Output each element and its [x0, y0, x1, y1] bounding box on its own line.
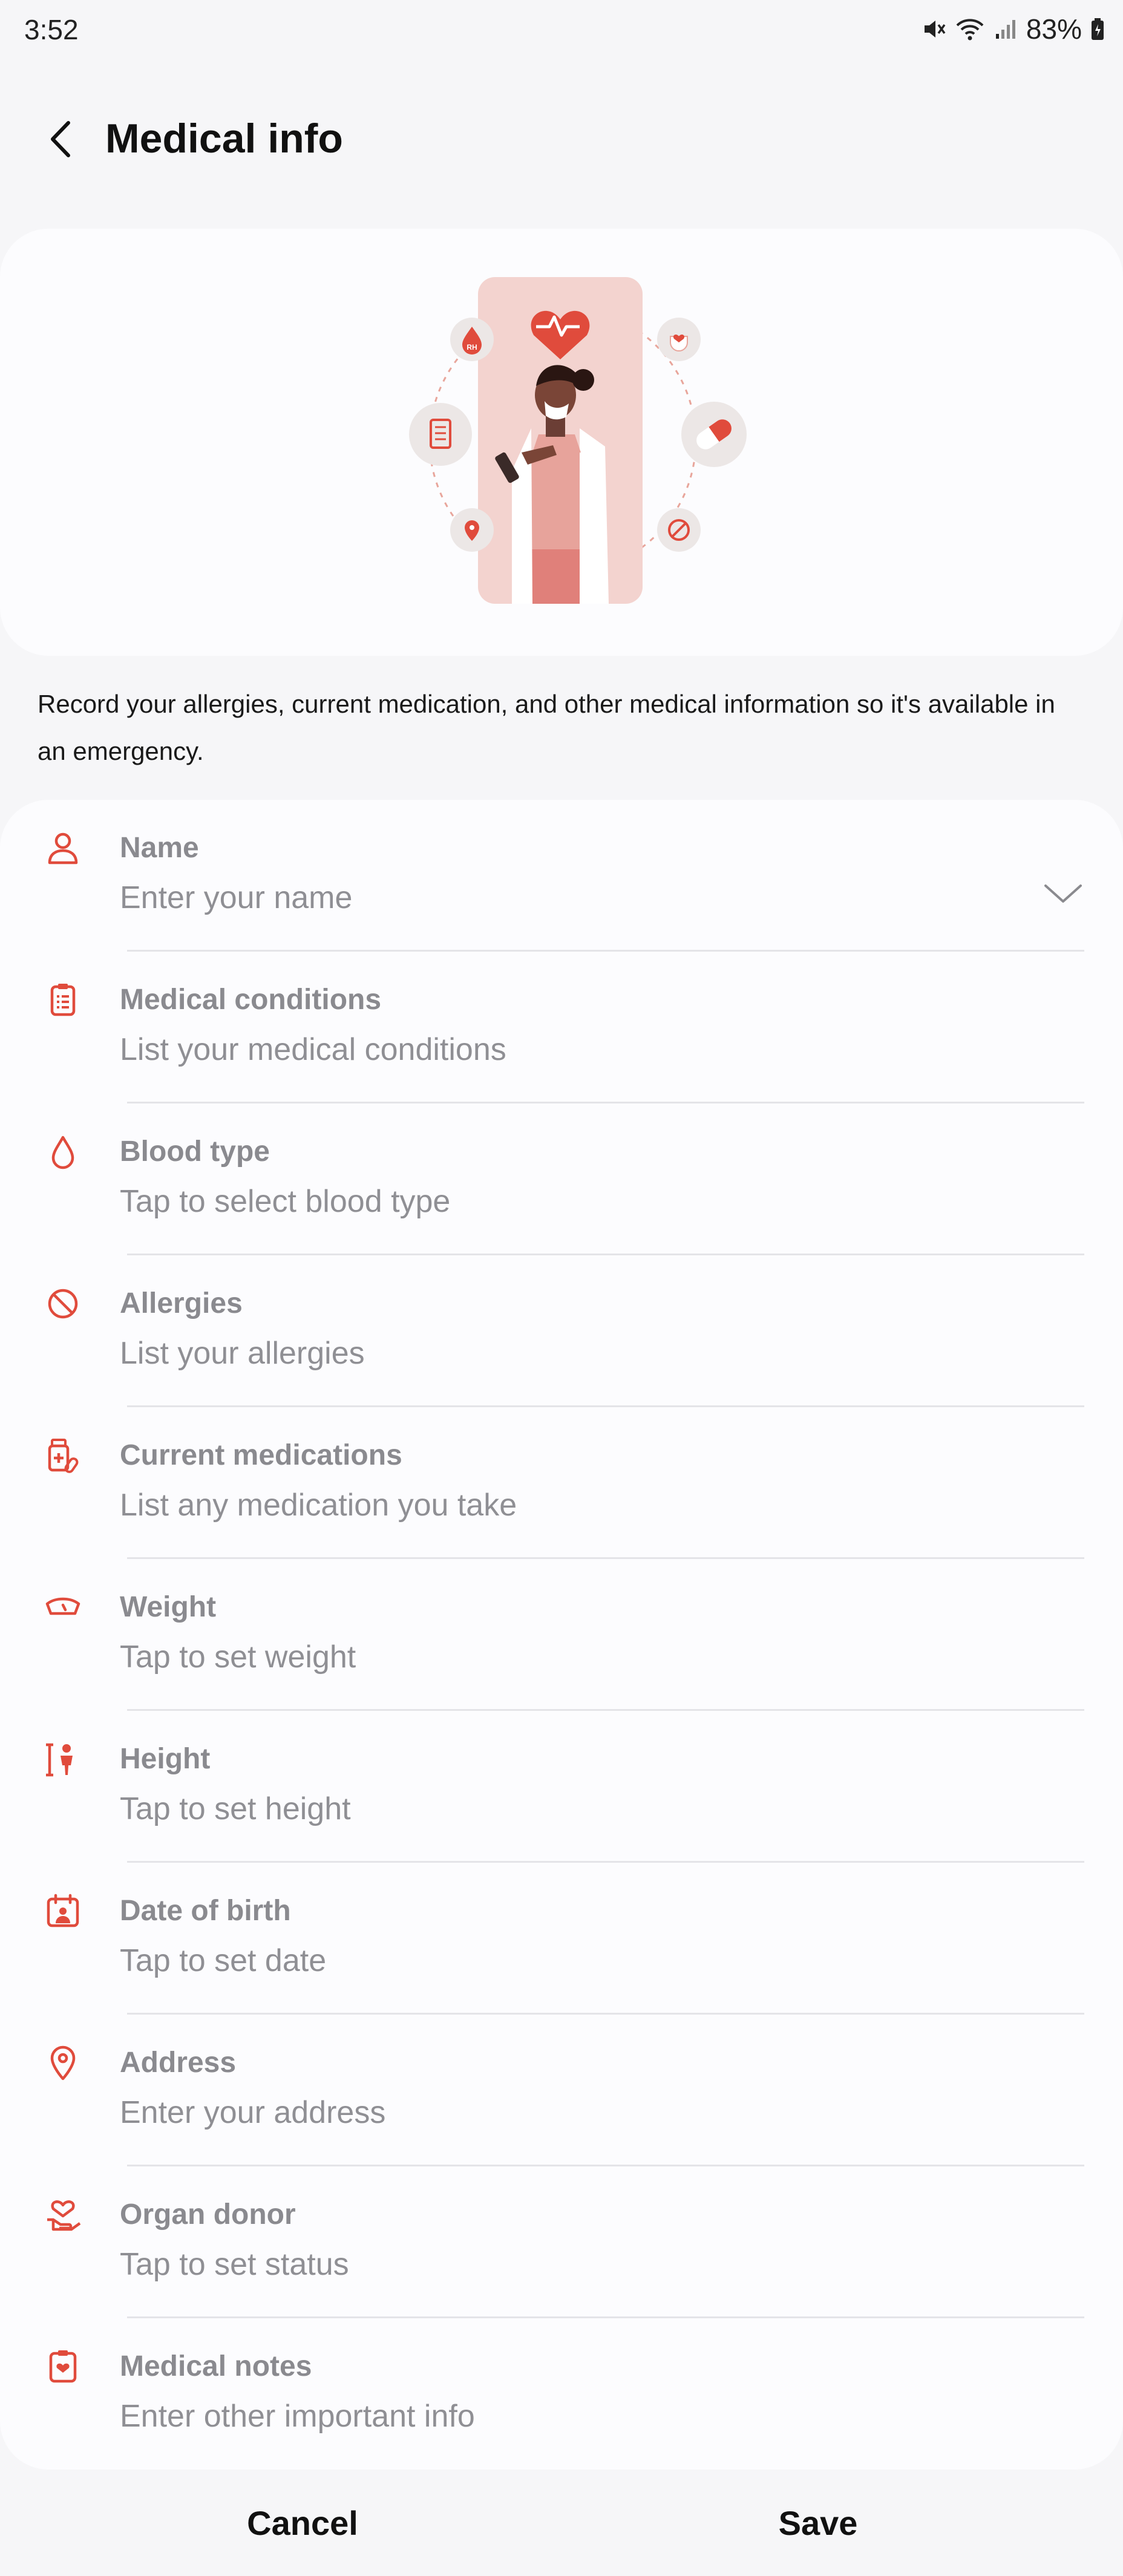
- wifi-icon: [956, 19, 984, 41]
- location-pin-icon: [50, 2045, 76, 2081]
- battery-icon: [1092, 18, 1104, 40]
- clipboard-list-icon: [50, 984, 76, 1016]
- field-date-of-birth[interactable]: Date of birth Tap to set date: [0, 1863, 1123, 2015]
- field-label: Blood type: [120, 1136, 270, 1168]
- field-height[interactable]: Height Tap to set height: [0, 1711, 1123, 1863]
- person-icon: [48, 832, 78, 865]
- field-label: Address: [120, 2047, 237, 2079]
- intro-text: Record your allergies, current medicatio…: [38, 690, 1055, 765]
- heart-hand-icon: [47, 2200, 81, 2231]
- field-label: Name: [120, 832, 199, 864]
- save-button[interactable]: Save: [637, 2493, 1000, 2553]
- field-weight[interactable]: Weight Tap to set weight: [0, 1559, 1123, 1711]
- field-name[interactable]: Name Enter your name: [0, 800, 1123, 952]
- medical-notes-icon: [49, 2350, 77, 2383]
- field-label: Height: [120, 1743, 211, 1775]
- medication-icon: [48, 1439, 79, 1473]
- field-label: Medical conditions: [120, 984, 382, 1016]
- height-input[interactable]: Tap to set height: [120, 1791, 351, 1827]
- field-label: Date of birth: [120, 1895, 291, 1927]
- calendar-person-icon: [47, 1894, 79, 1927]
- medical-notes-input[interactable]: Enter other important info: [120, 2398, 475, 2434]
- field-label: Current medications: [120, 1439, 402, 1471]
- field-blood-type[interactable]: Blood type Tap to select blood type: [0, 1103, 1123, 1255]
- organ-donor-select[interactable]: Tap to set status: [120, 2246, 349, 2283]
- field-label: Weight: [120, 1591, 217, 1623]
- status-bar: 3:52 83%: [0, 0, 1123, 60]
- name-input[interactable]: Enter your name: [120, 880, 352, 916]
- back-button[interactable]: [30, 109, 91, 169]
- field-label: Allergies: [120, 1287, 243, 1319]
- height-icon: [46, 1743, 73, 1777]
- field-label: Organ donor: [120, 2198, 296, 2231]
- field-medical-notes[interactable]: Medical notes Enter other important info: [0, 2318, 1123, 2470]
- medical-illustration: RH: [409, 277, 747, 604]
- mute-icon: [924, 21, 946, 38]
- medical-form: Name Enter your name Medical conditions …: [0, 800, 1123, 2470]
- field-organ-donor[interactable]: Organ donor Tap to set status: [0, 2166, 1123, 2318]
- blood-drop-icon: [51, 1136, 74, 1169]
- chevron-down-icon[interactable]: [1042, 878, 1084, 909]
- field-medical-conditions[interactable]: Medical conditions List your medical con…: [0, 952, 1123, 1103]
- prohibited-icon: [48, 1289, 78, 1319]
- address-input[interactable]: Enter your address: [120, 2094, 385, 2131]
- current-medications-input[interactable]: List any medication you take: [120, 1487, 517, 1523]
- status-icons: 83%: [922, 11, 1105, 47]
- allergies-input[interactable]: List your allergies: [120, 1335, 365, 1371]
- cancel-button[interactable]: Cancel: [121, 2493, 484, 2553]
- field-current-medications[interactable]: Current medications List any medication …: [0, 1407, 1123, 1559]
- page-title: Medical info: [105, 116, 343, 162]
- bottom-action-bar: Cancel Save: [0, 2480, 1123, 2565]
- field-allergies[interactable]: Allergies List your allergies: [0, 1255, 1123, 1407]
- hero-card: RH: [0, 229, 1123, 656]
- signal-icon: [995, 20, 1015, 39]
- back-arrow-icon: [51, 121, 70, 157]
- field-label: Medical notes: [120, 2350, 312, 2382]
- medical-conditions-input[interactable]: List your medical conditions: [120, 1031, 506, 1068]
- status-time: 3:52: [24, 14, 79, 45]
- blood-badge-label: RH: [467, 343, 477, 351]
- blood-type-select[interactable]: Tap to select blood type: [120, 1183, 450, 1220]
- scale-icon: [45, 1597, 80, 1615]
- date-of-birth-input[interactable]: Tap to set date: [120, 1943, 326, 1979]
- battery-percent: 83%: [1026, 13, 1082, 45]
- field-address[interactable]: Address Enter your address: [0, 2015, 1123, 2166]
- app-header: Medical info: [0, 91, 1123, 188]
- weight-input[interactable]: Tap to set weight: [120, 1639, 356, 1675]
